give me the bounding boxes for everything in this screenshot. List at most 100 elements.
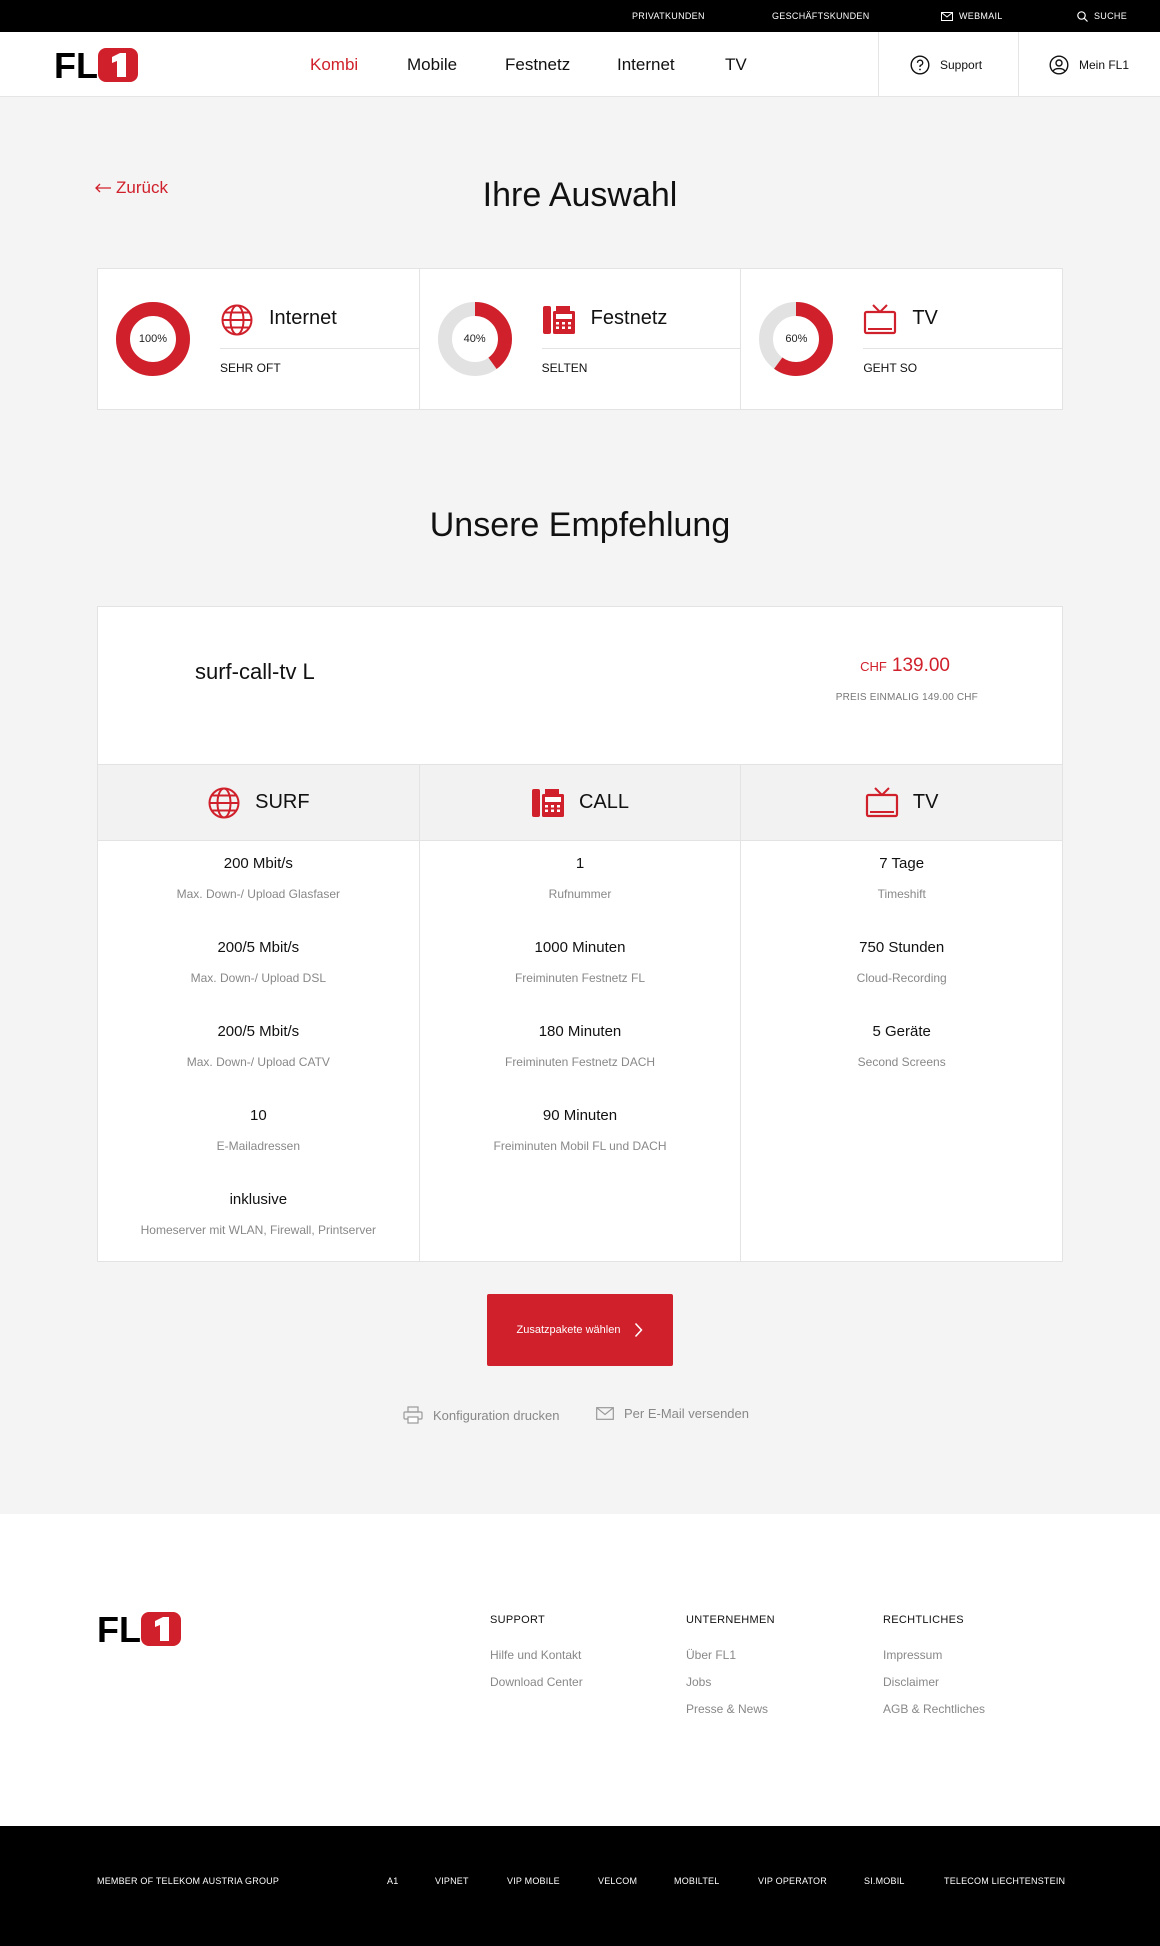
call-header: CALL (420, 765, 742, 840)
divider (541, 348, 741, 349)
main-nav: FL Kombi Mobile Festnetz Internet TV Sup… (0, 32, 1160, 97)
tv-features: 7 Tage Timeshift 750 Stunden Cloud-Recordi… (741, 841, 1062, 1261)
package-price: CHF 139.00 (860, 655, 950, 677)
choose-addons-label: Zusatzpakete wählen (516, 1324, 621, 1336)
feature-value: 200/5 Mbit/s (217, 1023, 300, 1040)
selection-card-internet: 100% Internet SEHR OFT (98, 269, 420, 409)
nav-divider (1018, 32, 1019, 97)
svg-text:FL: FL (54, 48, 98, 82)
feature-value: 180 Minuten (538, 1023, 622, 1040)
search-link[interactable]: SUCHE (1077, 0, 1127, 32)
feature-value: 200/5 Mbit/s (217, 939, 300, 956)
selection-summary: 100% Internet SEHR OFT 40% Festnetz SELT… (97, 268, 1063, 410)
usage-percent: 40% (463, 333, 486, 345)
package-name: surf-call-tv L (195, 659, 315, 684)
usage-level: SEHR OFT (220, 361, 281, 375)
choose-addons-button[interactable]: Zusatzpakete wählen (487, 1294, 673, 1366)
footer-link[interactable]: Presse & News (686, 1702, 775, 1729)
email-config-label: Per E-Mail versenden (624, 1406, 749, 1421)
tv-header: TV (741, 765, 1062, 840)
fl1-logo-mark: FL (54, 48, 138, 82)
nav-festnetz[interactable]: Festnetz (505, 32, 570, 97)
divider (863, 348, 1063, 349)
feature-label: Homeserver mit WLAN, Firewall, Printserv… (140, 1223, 377, 1237)
call-features: 1 Rufnummer 1000 Minuten Freiminuten Festn… (420, 841, 742, 1261)
one-time-price: PREIS EINMALIG 149.00 CHF (835, 692, 978, 703)
member-note: MEMBER OF TELEKOM AUSTRIA GROUP (97, 1876, 280, 1886)
feature-value: 1 (575, 855, 585, 872)
feature-item: 1 Rufnummer (420, 853, 741, 937)
tv-icon (863, 303, 897, 337)
top-bar: PRIVATKUNDEN GESCHÄFTSKUNDEN WEBMAIL SUC… (0, 0, 1160, 32)
price-currency: CHF (860, 659, 887, 674)
footer-link[interactable]: Impressum (883, 1648, 985, 1675)
group-link[interactable]: VIP OPERATOR (758, 1826, 827, 1936)
footer-legal: RECHTLICHES Impressum Disclaimer AGB & R… (883, 1614, 985, 1729)
printer-icon (403, 1406, 423, 1424)
email-config-link[interactable]: Per E-Mail versenden (596, 1406, 749, 1421)
user-icon (1049, 54, 1069, 75)
print-config-link[interactable]: Konfiguration drucken (403, 1406, 559, 1424)
feature-value: 90 Minuten (542, 1107, 618, 1124)
footer-company: UNTERNEHMEN Über FL1 Jobs Presse & News (686, 1614, 775, 1729)
footer-link[interactable]: Download Center (490, 1675, 583, 1702)
group-link[interactable]: VIP MOBILE (507, 1826, 560, 1936)
account-link[interactable]: Mein FL1 (1049, 32, 1129, 97)
divider (220, 348, 419, 349)
nav-mobile[interactable]: Mobile (407, 32, 457, 97)
price-value: 139.00 (891, 655, 950, 676)
package-features: 200 Mbit/s Max. Down-/ Upload Glasfaser 2… (98, 841, 1062, 1261)
selection-card-tv: 60% TV GEHT SO (741, 269, 1063, 409)
feature-item: 200 Mbit/s Max. Down-/ Upload Glasfaser (98, 853, 419, 937)
feature-label: Rufnummer (548, 887, 612, 901)
fl1-logo-mark: FL (97, 1609, 181, 1650)
feature-item: 180 Minuten Freiminuten Festnetz DACH (420, 1021, 741, 1105)
group-link[interactable]: VIPNET (435, 1826, 469, 1936)
feature-label: Max. Down-/ Upload Glasfaser (176, 887, 341, 901)
selection-title-tv: TV (912, 307, 938, 329)
footer-link[interactable]: AGB & Rechtliches (883, 1702, 985, 1729)
search-icon (1077, 10, 1088, 22)
selection-title-internet: Internet (269, 307, 337, 329)
search-label: SUCHE (1094, 11, 1128, 21)
globe-icon (220, 303, 254, 337)
group-link[interactable]: SI.MOBIL (864, 1826, 905, 1936)
footer-logo[interactable]: FL (97, 1609, 181, 1651)
call-header-label: CALL (578, 791, 630, 813)
fl1-logo[interactable]: FL (54, 48, 138, 82)
segment-geschaeftskunden[interactable]: GESCHÄFTSKUNDEN (772, 0, 870, 32)
webmail-label: WEBMAIL (959, 11, 1003, 21)
nav-internet[interactable]: Internet (617, 32, 675, 97)
feature-item: 7 Tage Timeshift (741, 853, 1062, 937)
package-category-headers: SURF CALL TV (98, 765, 1062, 841)
footer-link[interactable]: Hilfe und Kontakt (490, 1648, 583, 1675)
feature-item: 10 E-Mailadressen (98, 1105, 419, 1189)
group-link[interactable]: MOBILTEL (674, 1826, 719, 1936)
group-link[interactable]: VELCOM (598, 1826, 637, 1936)
group-link[interactable]: TELECOM LIECHTENSTEIN (944, 1826, 1065, 1936)
feature-value: 750 Stunden (859, 939, 945, 956)
surf-header-label: SURF (255, 791, 310, 813)
feature-label: Freiminuten Mobil FL und DACH (493, 1139, 667, 1153)
chevron-right-icon (635, 1322, 643, 1338)
group-link[interactable]: A1 (387, 1826, 398, 1936)
support-link[interactable]: Support (910, 32, 982, 97)
selection-title: Ihre Auswahl (482, 176, 678, 214)
footer-link[interactable]: Disclaimer (883, 1675, 985, 1702)
mail-icon (941, 11, 953, 21)
webmail-link[interactable]: WEBMAIL (941, 0, 1003, 32)
footer-support: SUPPORT Hilfe und Kontakt Download Cente… (490, 1614, 583, 1702)
nav-divider (878, 32, 879, 97)
feature-label: E-Mailadressen (216, 1139, 301, 1153)
footer-link[interactable]: Jobs (686, 1675, 775, 1702)
nav-kombi[interactable]: Kombi (310, 32, 358, 97)
help-icon (910, 54, 930, 75)
support-label: Support (940, 57, 983, 72)
surf-features: 200 Mbit/s Max. Down-/ Upload Glasfaser 2… (98, 841, 420, 1261)
footer: FL SUPPORT Hilfe und Kontakt Download Ce… (0, 1514, 1160, 1826)
nav-tv[interactable]: TV (725, 32, 747, 97)
svg-text:FL: FL (97, 1612, 141, 1646)
footer-link[interactable]: Über FL1 (686, 1648, 775, 1675)
usage-level: GEHT SO (863, 361, 918, 375)
recommendation-card: surf-call-tv L CHF 139.00 PREIS EINMALIG… (97, 606, 1063, 1262)
